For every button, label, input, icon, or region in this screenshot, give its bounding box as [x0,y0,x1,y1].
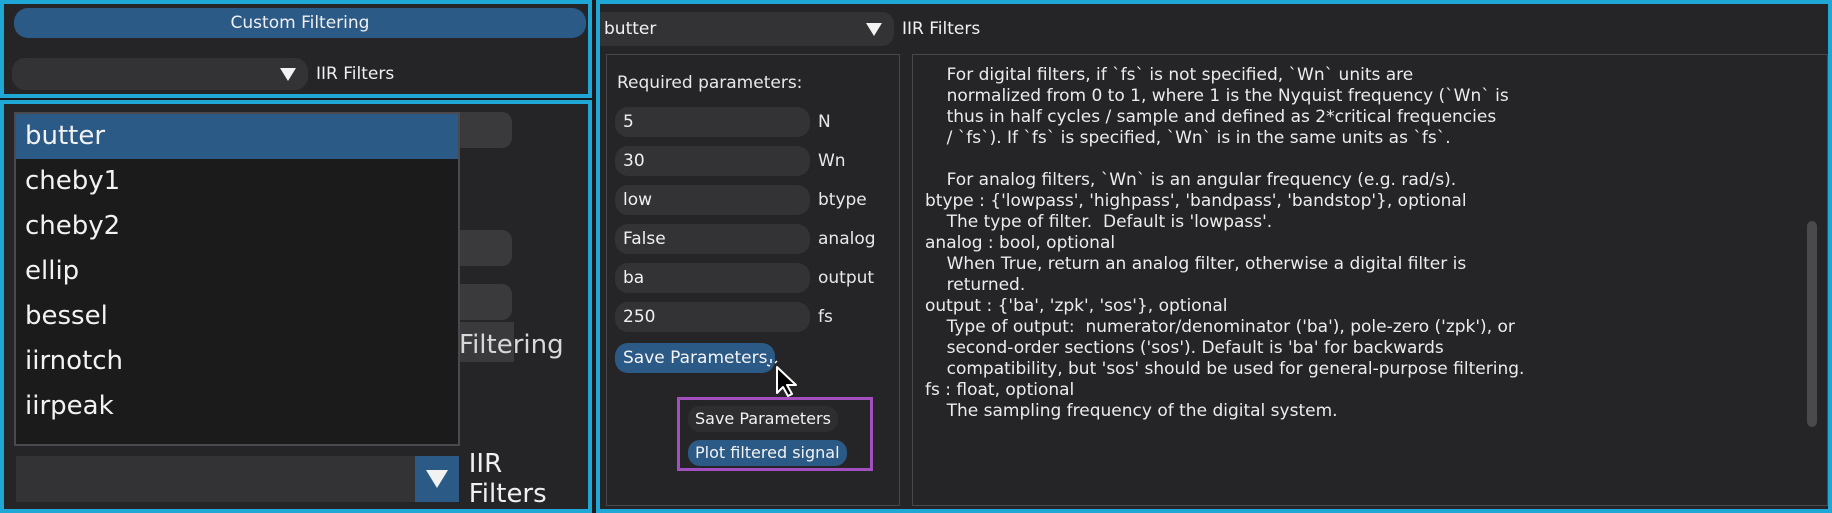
filter-dropdown-list: butter cheby1 cheby2 ellip bessel iirnot… [14,112,460,446]
param-label-btype: btype [818,190,867,210]
custom-filtering-button[interactable]: Custom Filtering [14,8,586,38]
param-input-wn[interactable]: 30 [615,146,810,176]
param-row-fs: 250 fs [615,302,833,332]
iir-filter-combo-large[interactable]: IIR Filters [16,449,588,509]
save-parameters-button[interactable]: Save Parameters [615,343,776,373]
doc-line: analog : bool, optional [925,233,1116,253]
param-row-n: 5 N [615,107,831,137]
param-label-fs: fs [818,307,833,327]
doc-line: fs : float, optional [925,380,1075,400]
combo-label: IIR Filters [902,19,981,39]
doc-line: output : {'ba', 'zpk', 'sos'}, optional [925,296,1228,316]
combo-label: IIR Filters [468,449,547,509]
doc-line: normalized from 0 to 1, where 1 is the N… [925,86,1509,106]
documentation-pane: For digital filters, if `fs` is not spec… [912,54,1828,506]
combo-label: IIR Filters [316,64,395,84]
dropdown-item-cheby2[interactable]: cheby2 [16,204,458,249]
doc-line: The sampling frequency of the digital sy… [925,401,1338,421]
dropdown-item-iirnotch[interactable]: iirnotch [16,339,458,384]
combo-value: butter [604,19,657,39]
param-input-fs[interactable]: 250 [615,302,810,332]
param-row-wn: 30 Wn [615,146,846,176]
dropdown-item-iirpeak[interactable]: iirpeak [16,384,458,429]
panel-dropdown-view: Filtering butter cheby1 cheby2 ellip bes… [0,100,592,513]
iir-filter-select[interactable]: butter [600,12,894,46]
doc-line: For analog filters, `Wn` is an angular f… [925,170,1457,190]
doc-line: btype : {'lowpass', 'highpass', 'bandpas… [925,191,1467,211]
doc-line: second-order sections ('sos'). Default i… [925,338,1444,358]
param-input-n[interactable]: 5 [615,107,810,137]
required-parameters-title: Required parameters: [617,73,803,93]
param-label-wn: Wn [818,151,846,171]
parameters-pane: Required parameters: 5 N 30 Wn low btype… [606,54,900,506]
param-input-btype[interactable]: low [615,185,810,215]
doc-line: returned. [925,275,1026,295]
iir-filter-select[interactable] [12,58,308,90]
chevron-down-icon[interactable] [866,23,882,36]
doc-line: When True, return an analog filter, othe… [925,254,1467,274]
param-input-output[interactable]: ba [615,263,810,293]
param-row-analog: False analog [615,224,876,254]
dropdown-item-bessel[interactable]: bessel [16,294,458,339]
dropdown-item-ellip[interactable]: ellip [16,249,458,294]
panel-filter-parameters: butter IIR Filters Required parameters: … [596,0,1832,513]
dropdown-item-butter[interactable]: butter [16,114,458,159]
background-filtering-label: Filtering [459,330,564,360]
chevron-down-icon [425,470,448,488]
param-label-n: N [818,112,831,132]
iir-filter-combo[interactable]: butter IIR Filters [600,12,980,46]
chevron-down-icon[interactable] [280,68,296,81]
iir-filter-combo[interactable]: IIR Filters [12,58,394,90]
iir-filter-select[interactable] [16,456,459,502]
popup-plot-filtered-signal-button[interactable]: Plot filtered signal [688,440,847,466]
param-row-btype: low btype [615,185,867,215]
doc-line: / `fs`). If `fs` is specified, `Wn` is i… [925,128,1451,148]
param-label-output: output [818,268,875,288]
mouse-cursor-icon [767,359,797,397]
doc-line: thus in half cycles / sample and defined… [925,107,1497,127]
popup-save-parameters-button[interactable]: Save Parameters [688,406,838,432]
param-label-analog: analog [818,229,876,249]
dropdown-arrow-button[interactable] [414,456,459,502]
doc-line: Type of output: numerator/denominator ('… [925,317,1515,337]
doc-line: For digital filters, if `fs` is not spec… [925,65,1414,85]
dropdown-item-cheby1[interactable]: cheby1 [16,159,458,204]
panel-top-left: Custom Filtering IIR Filters [0,0,592,98]
param-row-output: ba output [615,263,874,293]
context-menu-popup: Save Parameters Plot filtered signal [677,397,873,471]
param-input-analog[interactable]: False [615,224,810,254]
doc-line: compatibility, but 'sos' should be used … [925,359,1525,379]
documentation-scrollbar[interactable] [1807,221,1817,427]
doc-line: The type of filter. Default is 'lowpass'… [925,212,1273,232]
